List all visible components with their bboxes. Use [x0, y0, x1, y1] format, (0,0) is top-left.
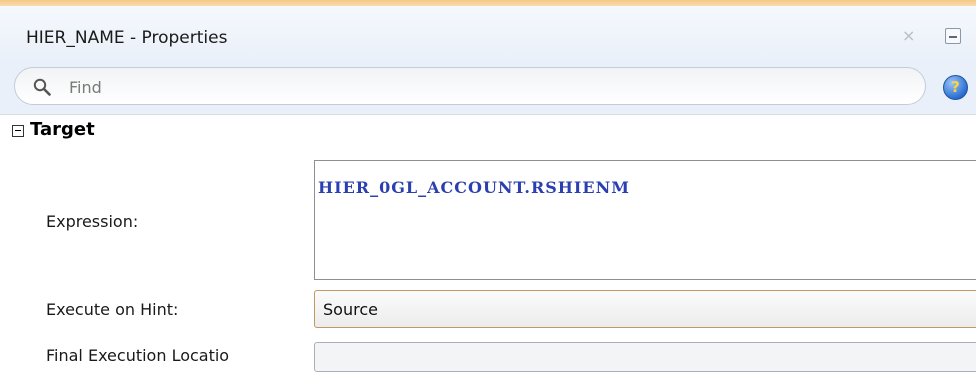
execute-hint-label: Execute on Hint:	[46, 300, 179, 319]
expression-label: Expression:	[46, 212, 139, 231]
section-title: Target	[30, 119, 95, 140]
search-icon	[33, 78, 51, 96]
target-section-header[interactable]: Target	[0, 115, 976, 149]
execute-hint-select[interactable]: Source	[314, 290, 976, 328]
panel-title: HIER_NAME - Properties	[26, 28, 228, 48]
expression-value: HIER_0GL_ACCOUNT.RSHIENM	[318, 178, 630, 197]
minimize-icon[interactable]	[945, 28, 961, 44]
execute-hint-value: Source	[323, 300, 378, 319]
search-row: ?	[0, 62, 976, 114]
final-execution-select[interactable]	[314, 342, 976, 372]
help-icon[interactable]: ?	[943, 75, 968, 100]
search-input[interactable]	[67, 68, 911, 106]
collapse-icon[interactable]	[12, 125, 24, 137]
search-box[interactable]	[14, 67, 926, 106]
panel-title-bar: HIER_NAME - Properties ×	[0, 6, 976, 62]
close-icon[interactable]: ×	[902, 26, 915, 45]
